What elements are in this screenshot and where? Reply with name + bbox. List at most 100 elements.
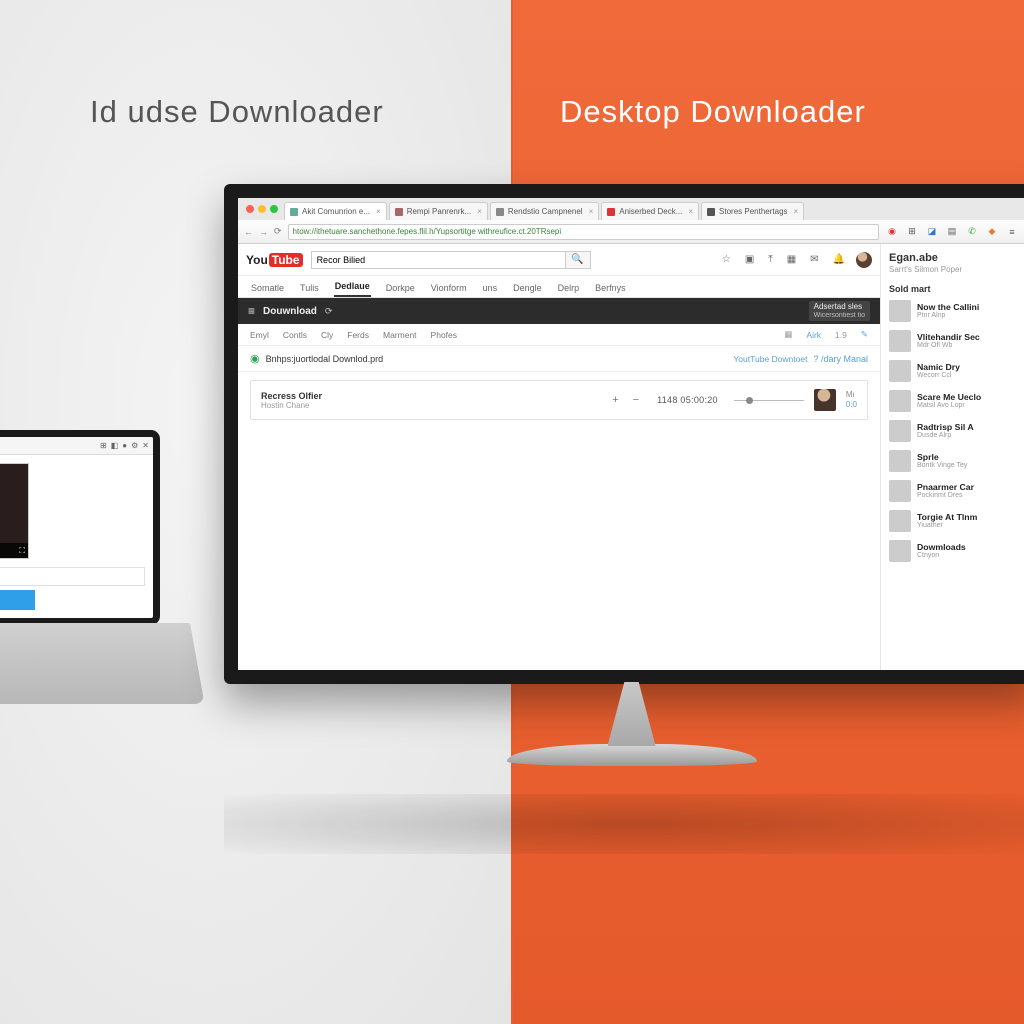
list-item[interactable]: Scare Me UecloMatsil Avo Lopr <box>889 390 1017 412</box>
apps-icon[interactable]: ▦ <box>784 254 799 265</box>
item-title: Namic Dry <box>917 363 960 373</box>
browser-tab[interactable]: Akit Comunrion e...× <box>284 202 387 220</box>
edit-icon[interactable]: ✎ <box>861 329 868 340</box>
file-meta[interactable]: ? /dary Manal <box>813 354 868 364</box>
nav-tab[interactable]: Tulis <box>299 283 320 297</box>
thumb-icon <box>889 330 911 352</box>
browser-tab[interactable]: Stores Penthertags× <box>701 202 804 220</box>
nav-tab[interactable]: Dengle <box>512 283 543 297</box>
favicon-icon <box>395 208 403 216</box>
list-item[interactable]: Now the CalliniPtnr Alnp <box>889 300 1017 322</box>
list-item[interactable]: SprleBontk Vinge Tey <box>889 450 1017 472</box>
nav-tab[interactable]: Dorkpe <box>385 283 416 297</box>
filter-tab[interactable]: Contls <box>283 330 307 340</box>
star-icon[interactable]: ☆ <box>719 254 734 265</box>
browser-tab[interactable]: Rempi Panrenrk... × <box>389 202 488 220</box>
minus-button[interactable]: − <box>631 394 641 406</box>
user-avatar[interactable] <box>856 252 872 268</box>
count-text: 1.9 <box>835 330 847 340</box>
tool-icon[interactable]: ⚙ <box>131 441 138 450</box>
laptop-device: ⊞ ◧ ● ⚙ ✕ ▶ ⏸ 🔊 ⛶ ng leadhoir <box>0 430 190 740</box>
file-link[interactable]: YoutTube Downtoet <box>733 354 807 364</box>
list-item[interactable]: Torgie At TlnmYiuather <box>889 510 1017 532</box>
card-avatar <box>814 389 836 411</box>
bell-icon[interactable]: 🔔 <box>830 254 848 265</box>
reload-icon[interactable]: ⟳ <box>274 226 282 237</box>
upload-icon[interactable]: ⤒ <box>765 254 775 265</box>
browser-tab[interactable]: Aniserbed Deck...× <box>601 202 699 220</box>
list-item[interactable]: DowmloadsCtnyon <box>889 540 1017 562</box>
list-item[interactable]: Radtrisp Sil ADusde Alrp <box>889 420 1017 442</box>
close-icon[interactable]: × <box>794 207 799 216</box>
nav-tab[interactable]: Berfnys <box>594 283 627 297</box>
tool-icon[interactable]: ◧ <box>111 441 119 450</box>
filter-tab[interactable]: Emyl <box>250 330 269 340</box>
thumb-icon <box>889 480 911 502</box>
ext-icon[interactable]: ◉ <box>885 225 899 239</box>
nav-tab[interactable]: Delrp <box>557 283 581 297</box>
back-icon[interactable]: ← <box>244 227 253 237</box>
filter-tab[interactable]: Ferds <box>347 330 369 340</box>
ext-icon[interactable]: ◆ <box>985 225 999 239</box>
filter-tab[interactable]: Cly <box>321 330 333 340</box>
card-sub: Hostin Chane <box>261 401 322 410</box>
item-title: Radtrisp Sil A <box>917 423 974 433</box>
browser-tab[interactable]: Rendstio Campnenel× <box>490 202 599 220</box>
ext-icon[interactable]: ▤ <box>945 225 959 239</box>
filter-bar: Emyl Contls Cly Ferds Marment Phofes ▦ A… <box>238 324 880 346</box>
filter-tab[interactable]: Phofes <box>431 330 457 340</box>
expand-icon[interactable]: ⛶ <box>19 546 25 556</box>
thumb-icon <box>889 390 911 412</box>
url-field[interactable]: htow://ithetuare.sanchethone.fepes.flil.… <box>288 224 879 240</box>
forward-icon[interactable]: → <box>259 227 268 237</box>
nav-tab[interactable]: uns <box>482 283 499 297</box>
mail-icon[interactable]: ✉ <box>807 254 821 265</box>
item-title: Scare Me Ueclo <box>917 393 981 403</box>
item-sub: Bontk Vinge Tey <box>917 462 967 469</box>
action-bar[interactable] <box>0 590 35 610</box>
tool-icon[interactable]: ✕ <box>142 441 149 450</box>
list-item[interactable]: Pnaarmer CarPockinmt Dres <box>889 480 1017 502</box>
plus-button[interactable]: + <box>610 394 620 406</box>
ext-icon[interactable]: ✆ <box>965 225 979 239</box>
tool-icon[interactable]: ● <box>122 441 127 450</box>
ext-icon[interactable]: ⊞ <box>905 225 919 239</box>
site-header: You Tube 🔍 ☆ ▣ ⤒ ▦ ✉ <box>238 244 880 276</box>
search-input[interactable] <box>311 251 565 269</box>
grid-icon[interactable]: ▣ <box>742 254 757 265</box>
nav-tab[interactable]: Somatle <box>250 283 285 297</box>
close-icon[interactable]: × <box>376 207 381 216</box>
reload-icon[interactable]: ⟳ <box>325 306 333 317</box>
item-sub: Yiuather <box>917 522 977 529</box>
site-logo[interactable]: You Tube <box>246 253 303 267</box>
ext-icon[interactable]: ◪ <box>925 225 939 239</box>
menu-icon[interactable]: ≡ <box>1005 225 1019 239</box>
item-sub: Wecorr Ccl <box>917 372 960 379</box>
item-title: Dowmloads <box>917 543 966 553</box>
hamburger-icon[interactable]: ≡ <box>248 304 255 318</box>
add-link[interactable]: Airk <box>806 330 821 340</box>
close-icon[interactable]: × <box>688 207 693 216</box>
list-item[interactable]: Namic DryWecorr Ccl <box>889 360 1017 382</box>
nav-tab[interactable]: Vionform <box>430 283 468 297</box>
info-chip[interactable]: Adsertad sles Wicersontiest tio <box>809 301 870 321</box>
close-icon[interactable]: × <box>477 207 482 216</box>
progress-slider[interactable] <box>734 400 804 401</box>
heading-right: Desktop Downloader <box>560 94 866 130</box>
video-thumbnail[interactable]: ▶ ⏸ 🔊 ⛶ <box>0 463 29 559</box>
laptop-toolbar: ⊞ ◧ ● ⚙ ✕ <box>0 437 153 455</box>
list-item[interactable]: Vlitehandir SecMdr Ofl Wb <box>889 330 1017 352</box>
search-button[interactable]: 🔍 <box>565 251 591 269</box>
file-row: ◉ Bnhps:juortlodal Downlod.prd YoutTube … <box>238 346 880 372</box>
logo-text: You <box>246 253 268 267</box>
nav-tab[interactable]: Dedlaue <box>334 281 371 297</box>
filter-tab[interactable]: Marment <box>383 330 417 340</box>
card-title: Recress Olfier <box>261 391 322 401</box>
tool-icon[interactable]: ⊞ <box>100 441 107 450</box>
url-text: htow://ithetuare.sanchethone.fepes.flil.… <box>293 227 562 236</box>
grid-icon[interactable]: ▦ <box>784 329 792 340</box>
section-header-dark: ≡ Douwnload ⟳ Adsertad sles Wicersonties… <box>238 298 880 324</box>
tab-label: Rempi Panrenrk... <box>407 207 471 216</box>
status-dot-icon: ◉ <box>250 352 260 365</box>
close-icon[interactable]: × <box>589 207 594 216</box>
